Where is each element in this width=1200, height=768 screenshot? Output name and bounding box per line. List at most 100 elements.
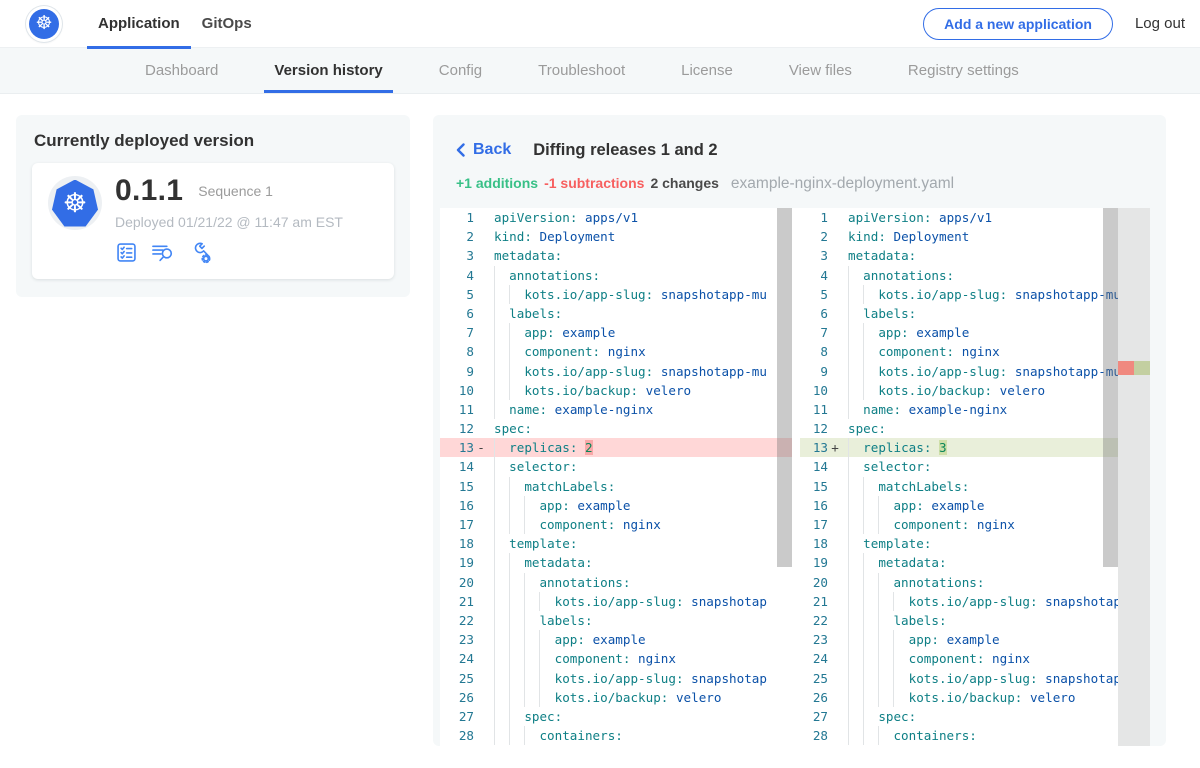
sequence-label: Sequence 1 — [198, 183, 273, 199]
code-line[interactable]: 24component: nginx — [440, 649, 792, 668]
diff-sign — [474, 611, 488, 630]
subnav-item-view-files[interactable]: View files — [779, 48, 862, 93]
code-line[interactable]: 25kots.io/app-slug: snapshotap — [800, 669, 1118, 688]
code-text: kots.io/app-slug: snapshotapp-mu — [842, 285, 1118, 304]
code-line[interactable]: 23app: example — [440, 630, 792, 649]
code-line[interactable]: 20annotations: — [800, 573, 1118, 592]
yaml-key: labels: — [863, 306, 916, 321]
code-line[interactable]: 2kind: Deployment — [800, 227, 1118, 246]
code-line[interactable]: 14selector: — [800, 457, 1118, 476]
line-number: 14 — [440, 457, 474, 476]
code-line[interactable]: 19metadata: — [440, 553, 792, 572]
subnav-item-version-history[interactable]: Version history — [264, 48, 392, 93]
code-line[interactable]: 19metadata: — [800, 553, 1118, 572]
indent-guide — [494, 477, 509, 496]
indent-guide — [509, 669, 524, 688]
code-line[interactable]: 7app: example — [440, 323, 792, 342]
subnav-item-license[interactable]: License — [671, 48, 743, 93]
code-line[interactable]: 13+replicas: 3 — [800, 438, 1118, 457]
diff-sign — [828, 669, 842, 688]
logout-link[interactable]: Log out — [1135, 15, 1185, 32]
subnav-item-registry-settings[interactable]: Registry settings — [898, 48, 1029, 93]
code-line[interactable]: 16app: example — [440, 496, 792, 515]
code-line[interactable]: 25kots.io/app-slug: snapshotap — [440, 669, 792, 688]
code-line[interactable]: 22labels: — [440, 611, 792, 630]
code-line[interactable]: 15matchLabels: — [440, 477, 792, 496]
code-line[interactable]: 27spec: — [440, 707, 792, 726]
code-line[interactable]: 9kots.io/app-slug: snapshotapp-mu — [800, 362, 1118, 381]
add-application-button[interactable]: Add a new application — [923, 8, 1113, 40]
diff-sign — [828, 304, 842, 323]
code-line[interactable]: 5kots.io/app-slug: snapshotapp-mu — [440, 285, 792, 304]
code-line[interactable]: 1apiVersion: apps/v1 — [440, 208, 792, 227]
code-line[interactable]: 11name: example-nginx — [800, 400, 1118, 419]
code-line[interactable]: 21kots.io/app-slug: snapshotap — [440, 592, 792, 611]
code-line[interactable]: 15matchLabels: — [800, 477, 1118, 496]
indent-guide — [494, 342, 509, 361]
yaml-value: velero — [676, 690, 722, 705]
code-line[interactable]: 3metadata: — [440, 246, 792, 265]
code-line[interactable]: 26kots.io/backup: velero — [440, 688, 792, 707]
code-line[interactable]: 27spec: — [800, 707, 1118, 726]
code-line[interactable]: 6labels: — [800, 304, 1118, 323]
edit-config-icon[interactable] — [188, 241, 213, 264]
code-text: matchLabels: — [842, 477, 1118, 496]
code-line[interactable]: 22labels: — [800, 611, 1118, 630]
code-line[interactable]: 21kots.io/app-slug: snapshotap — [800, 592, 1118, 611]
code-line[interactable]: 17component: nginx — [440, 515, 792, 534]
indent-guide — [509, 342, 524, 361]
code-line[interactable]: 23app: example — [800, 630, 1118, 649]
code-line[interactable]: 4annotations: — [800, 266, 1118, 285]
code-line[interactable]: 12spec: — [440, 419, 792, 438]
top-tab-application[interactable]: Application — [87, 0, 191, 48]
code-line[interactable]: 20annotations: — [440, 573, 792, 592]
diff-sign — [474, 285, 488, 304]
code-line[interactable]: 2kind: Deployment — [440, 227, 792, 246]
checklist-icon[interactable] — [115, 241, 138, 264]
code-line[interactable]: 12spec: — [800, 419, 1118, 438]
code-line[interactable]: 9kots.io/app-slug: snapshotapp-mu — [440, 362, 792, 381]
diff-sign — [828, 381, 842, 400]
diff-sign — [828, 227, 842, 246]
subnav-item-config[interactable]: Config — [429, 48, 492, 93]
line-number: 17 — [800, 515, 828, 534]
indent-guide — [848, 611, 863, 630]
editor-scrollbar[interactable] — [1103, 208, 1118, 567]
code-line[interactable]: 24component: nginx — [800, 649, 1118, 668]
code-line[interactable]: 28containers: — [800, 726, 1118, 745]
code-line[interactable]: 8component: nginx — [440, 342, 792, 361]
code-line[interactable]: 10kots.io/backup: velero — [800, 381, 1118, 400]
code-line[interactable]: 17component: nginx — [800, 515, 1118, 534]
line-number: 24 — [800, 649, 828, 668]
editor-scrollbar[interactable] — [777, 208, 792, 567]
code-line[interactable]: 7app: example — [800, 323, 1118, 342]
indent-guide — [509, 477, 524, 496]
yaml-key: kots.io/app-slug: — [909, 671, 1038, 686]
code-line[interactable]: 4annotations: — [440, 266, 792, 285]
code-text: metadata: — [488, 246, 792, 265]
top-tab-gitops[interactable]: GitOps — [191, 0, 263, 48]
back-link[interactable]: Back — [456, 141, 511, 159]
diff-overview-ruler[interactable] — [1118, 208, 1150, 746]
code-line[interactable]: 18template: — [440, 534, 792, 553]
line-number: 9 — [800, 362, 828, 381]
code-line[interactable]: 6labels: — [440, 304, 792, 323]
indent-guide — [509, 592, 524, 611]
code-line[interactable]: 10kots.io/backup: velero — [440, 381, 792, 400]
view-logs-icon[interactable] — [150, 241, 176, 264]
code-line[interactable]: 28containers: — [440, 726, 792, 745]
yaml-key: app: — [539, 498, 569, 513]
code-line[interactable]: 26kots.io/backup: velero — [800, 688, 1118, 707]
subnav-item-dashboard[interactable]: Dashboard — [135, 48, 228, 93]
code-line[interactable]: 1apiVersion: apps/v1 — [800, 208, 1118, 227]
code-line[interactable]: 8component: nginx — [800, 342, 1118, 361]
code-line[interactable]: 13-replicas: 2 — [440, 438, 792, 457]
subnav-item-troubleshoot[interactable]: Troubleshoot — [528, 48, 635, 93]
code-line[interactable]: 5kots.io/app-slug: snapshotapp-mu — [800, 285, 1118, 304]
code-line[interactable]: 16app: example — [800, 496, 1118, 515]
code-line[interactable]: 14selector: — [440, 457, 792, 476]
code-line[interactable]: 18template: — [800, 534, 1118, 553]
code-line[interactable]: 11name: example-nginx — [440, 400, 792, 419]
diff-sign — [828, 649, 842, 668]
code-line[interactable]: 3metadata: — [800, 246, 1118, 265]
